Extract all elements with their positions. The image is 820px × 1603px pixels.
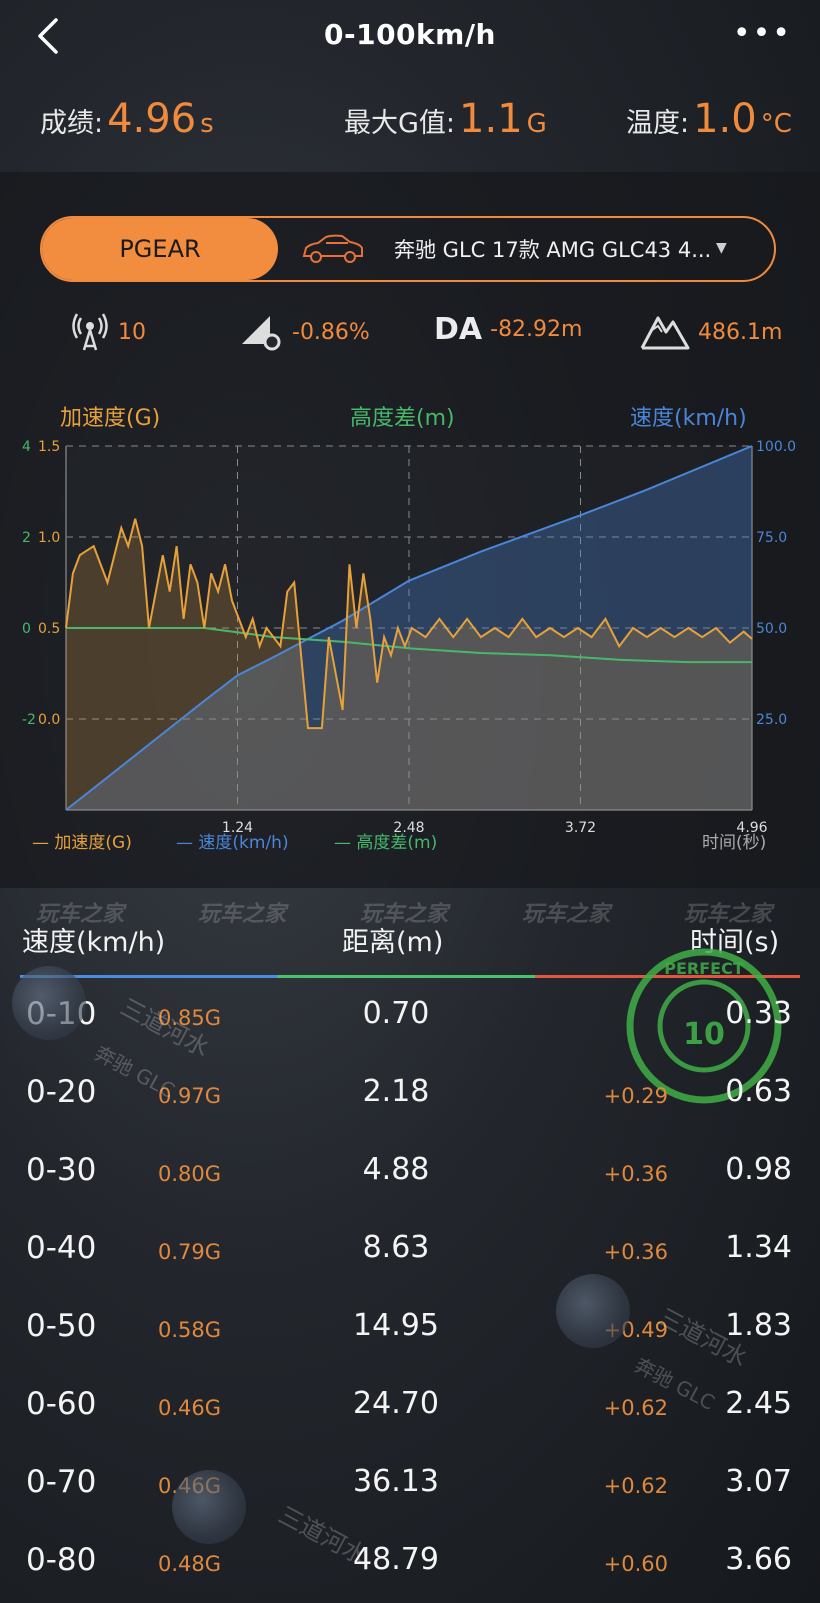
mountain-icon [640, 316, 690, 350]
time-value: 2.45 [725, 1386, 792, 1421]
slope-reading: -0.86% [240, 312, 370, 352]
time-value: 0.98 [725, 1152, 792, 1187]
score-label: 成绩: [40, 108, 104, 139]
temperature-unit: °C [760, 109, 792, 139]
distance-value: 36.13 [353, 1464, 439, 1499]
g-value: 0.80G [158, 1162, 222, 1186]
acceleration-chart: 420-21.51.00.50.0100.075.050.025.01.24 2.… [22, 439, 796, 853]
g-value: 0.79G [158, 1240, 222, 1264]
accel-tick-label: 1.0 [38, 530, 60, 546]
speed-tick-label: 50.0 [756, 621, 787, 637]
max-g-label: 最大G值: [344, 108, 456, 139]
time-delta: +0.36 [603, 1162, 668, 1186]
altitude-value: 486.1m [698, 319, 783, 345]
time-value: 1.34 [725, 1230, 792, 1265]
time-value: 3.66 [725, 1542, 792, 1577]
avatar [12, 966, 86, 1040]
table-row[interactable]: 0-40 0.79G 8.63 +0.36 1.34 [0, 1216, 820, 1286]
speed-tick-label: 75.0 [756, 530, 787, 546]
speed-range: 0-50 [26, 1308, 97, 1344]
distance-value: 4.88 [362, 1152, 430, 1187]
score-value: 4.96 [107, 96, 197, 142]
satellite-signal-icon [72, 313, 108, 351]
x-tick-label: 3.72 [565, 820, 596, 836]
g-value: 0.46G [158, 1396, 222, 1420]
car-icon [302, 234, 363, 263]
avatar [172, 1470, 246, 1544]
table-row[interactable]: 0-70 0.46G 36.13 +0.62 3.07 [0, 1450, 820, 1520]
time-axis-label: 时间(秒) [702, 833, 766, 853]
height-tick-label: 4 [22, 439, 31, 455]
device-brand-button[interactable]: PGEAR [42, 218, 278, 280]
distance-value: 0.70 [362, 996, 430, 1031]
time-delta: +0.62 [603, 1396, 668, 1420]
more-options-icon[interactable]: ••• [733, 16, 792, 51]
altitude-reading: 486.1m [640, 312, 782, 352]
time-delta: +0.29 [603, 1084, 668, 1108]
density-altitude-reading: DA -82.92m [434, 312, 582, 347]
distance-value: 24.70 [353, 1386, 439, 1421]
temperature-label: 温度: [626, 108, 690, 139]
chart-legend: — 加速度(G) — 速度(km/h) — 高度差(m) 时间(秒) [32, 833, 766, 853]
speed-range: 0-70 [26, 1464, 97, 1500]
satellite-count-value: 10 [118, 319, 146, 345]
device-selector[interactable]: PGEAR 奔驰 GLC 17款 AMG GLC43 4... ▼ [40, 216, 776, 282]
time-value: 0.63 [725, 1074, 792, 1109]
speed-range: 0-20 [26, 1074, 97, 1110]
max-g-value: 1.1 [459, 96, 523, 142]
score-stat: 成绩: 4.96 s [40, 96, 214, 142]
score-unit: s [200, 109, 214, 139]
satellite-count: 10 [70, 312, 146, 352]
legend-accel: — 加速度(G) [32, 833, 132, 853]
avatar [556, 1274, 630, 1348]
top-bar: 0-100km/h ••• [0, 0, 820, 80]
speed-tick-label: 100.0 [756, 439, 796, 455]
speed-axis-title: 速度(km/h) [630, 406, 747, 431]
slope-value: -0.86% [292, 319, 370, 345]
time-value: 3.07 [725, 1464, 792, 1499]
distance-value: 14.95 [353, 1308, 439, 1343]
da-value: -82.92m [490, 317, 583, 342]
height-tick-label: 0 [22, 621, 31, 637]
temperature-stat: 温度: 1.0 °C [626, 96, 792, 142]
accel-tick-label: 0.0 [38, 712, 60, 728]
speed-range: 0-40 [26, 1230, 97, 1266]
distance-value: 2.18 [362, 1074, 430, 1109]
accel-axis-title: 加速度(G) [60, 406, 161, 431]
g-value: 0.48G [158, 1552, 222, 1576]
stamp-text: PERFECT [664, 959, 744, 978]
slope-settings-icon [242, 316, 281, 351]
table-row[interactable]: 0-30 0.80G 4.88 +0.36 0.98 [0, 1138, 820, 1208]
legend-speed: — 速度(km/h) [176, 833, 289, 853]
dropdown-arrow-icon[interactable]: ▼ [716, 240, 727, 256]
da-label: DA [434, 312, 483, 347]
accel-tick-label: 0.5 [38, 621, 60, 637]
speed-tick-label: 25.0 [756, 712, 787, 728]
speed-column-header: 速度(km/h) [22, 927, 166, 958]
g-value: 0.58G [158, 1318, 222, 1342]
max-g-unit: G [526, 109, 547, 139]
legend-height: — 高度差(m) [334, 833, 437, 853]
page-title: 0-100km/h [323, 18, 496, 51]
height-tick-label: -2 [22, 712, 36, 728]
time-delta: +0.62 [603, 1474, 668, 1498]
distance-value: 8.63 [362, 1230, 430, 1265]
accel-tick-label: 1.5 [38, 439, 60, 455]
car-model-name: 奔驰 GLC 17款 AMG GLC43 4... [394, 238, 712, 262]
result-stats: 成绩: 4.96 s 最大G值: 1.1 G 温度: 1.0 °C [0, 96, 820, 156]
time-value: 0.33 [725, 996, 792, 1031]
speed-range: 0-60 [26, 1386, 97, 1422]
temperature-value: 1.0 [693, 96, 757, 142]
distance-column-header: 距离(m) [342, 927, 444, 958]
table-row[interactable]: 0-80 0.48G 48.79 +0.60 3.66 [0, 1528, 820, 1598]
height-axis-title: 高度差(m) [350, 406, 455, 431]
speed-range: 0-30 [26, 1152, 97, 1188]
time-delta: +0.60 [603, 1552, 668, 1576]
time-delta: +0.36 [603, 1240, 668, 1264]
speed-range: 0-80 [26, 1542, 97, 1578]
max-g-stat: 最大G值: 1.1 G [344, 96, 547, 142]
height-tick-label: 2 [22, 530, 31, 546]
sensor-row: 10 -0.86% DA -82.92m 486.1m [0, 312, 820, 360]
